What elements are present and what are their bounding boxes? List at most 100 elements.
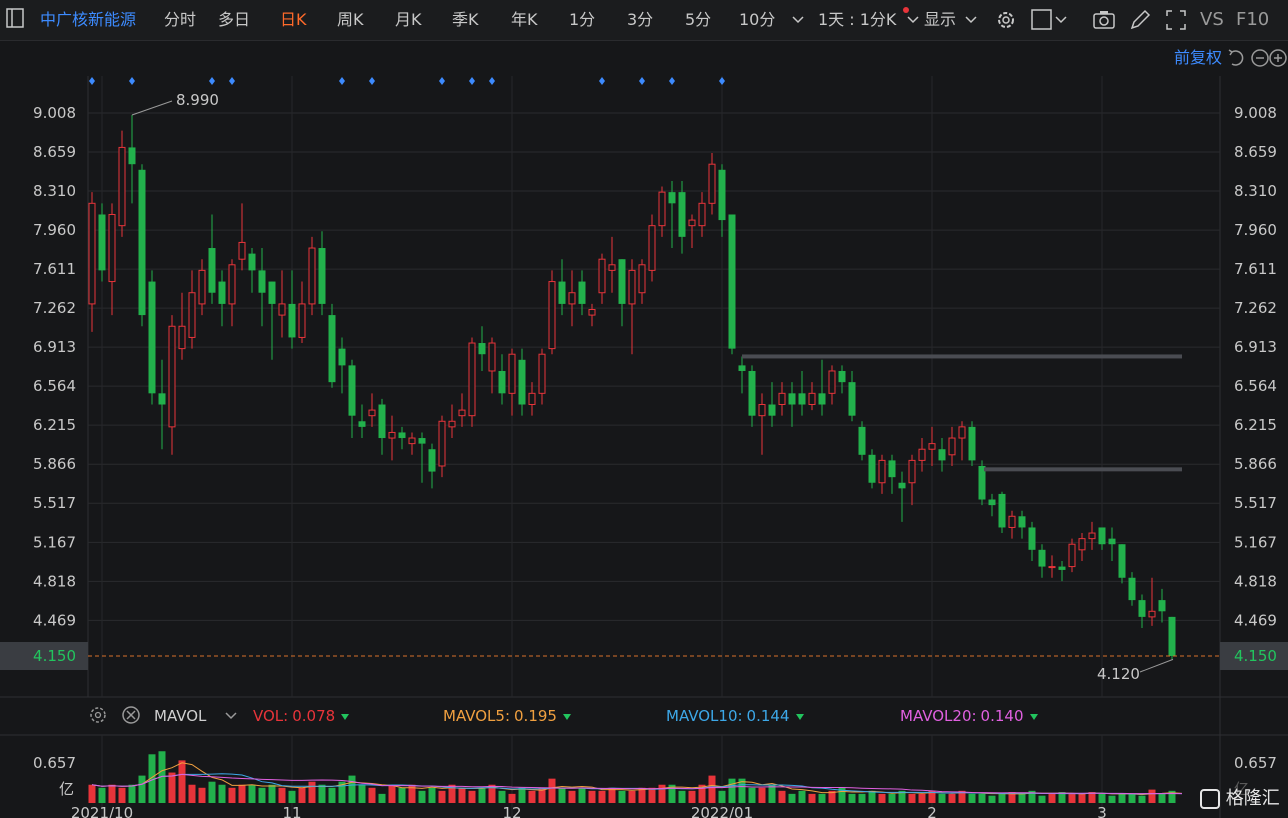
candle-body: [148, 281, 156, 394]
candle-body: [918, 448, 926, 461]
indicator-settings-icon[interactable]: [88, 705, 108, 725]
volume-bar: [548, 778, 556, 803]
candle-body: [518, 359, 526, 405]
volume-bar: [798, 790, 806, 803]
candle: [328, 303, 336, 388]
mavol5-label: MAVOL5:: [443, 707, 511, 725]
candle-body: [858, 426, 866, 455]
candle-body: [598, 258, 606, 294]
candle-body: [1038, 549, 1046, 567]
candle-body: [488, 342, 496, 372]
price-tick-label-right: 5.866: [1234, 455, 1277, 473]
volume-bar: [1048, 793, 1056, 803]
price-tick-label-right: 8.310: [1234, 182, 1277, 200]
candle: [1018, 510, 1026, 539]
high-annotation-label: 8.990: [176, 91, 219, 109]
date-tick-label: 2021/10: [71, 804, 133, 818]
candle-body: [118, 146, 126, 227]
candle-body: [998, 493, 1006, 528]
candle: [1078, 533, 1086, 561]
candlestick-chart[interactable]: 9.008 8.659 8.310 7.960 7.611 7.262 6.913 6.564…: [0, 0, 1288, 818]
candle: [628, 259, 636, 355]
candle: [1008, 510, 1016, 539]
event-marker-icon: [209, 77, 215, 85]
volume-bar: [518, 787, 526, 803]
volume-bar: [598, 790, 606, 803]
candle: [728, 214, 736, 355]
candle: [538, 348, 546, 405]
candle: [1128, 572, 1136, 606]
volume-tick-label-left: 0.657: [33, 754, 76, 772]
volume-bar: [398, 787, 406, 803]
candle-body: [1018, 516, 1026, 528]
candle-body: [728, 214, 736, 349]
volume-bar: [628, 790, 636, 803]
event-marker-icon: [489, 77, 495, 85]
candle: [318, 231, 326, 316]
candle: [818, 359, 826, 416]
candle: [858, 421, 866, 461]
volume-bar: [718, 790, 726, 803]
volume-bar: [88, 784, 96, 803]
candle-body: [1118, 544, 1126, 578]
candle: [378, 398, 386, 455]
event-marker-icon: [639, 77, 645, 85]
candles: [88, 115, 1176, 660]
candle-body: [428, 449, 436, 472]
candle-body: [88, 202, 96, 305]
candle-body: [708, 163, 716, 204]
close-icon[interactable]: [121, 705, 141, 725]
volume-bar: [578, 787, 586, 803]
down-triangle-icon: [1029, 713, 1038, 720]
candle-body: [738, 365, 746, 371]
volume-bar: [878, 793, 886, 803]
event-marker-icon: [719, 77, 725, 85]
candle-body: [348, 365, 356, 416]
candle: [998, 491, 1006, 534]
candle-body: [768, 404, 776, 416]
candle: [758, 393, 766, 455]
candle: [98, 203, 106, 282]
candle-body: [928, 443, 936, 450]
candle: [398, 426, 406, 450]
indicator-name[interactable]: MAVOL: [154, 706, 206, 726]
event-marker-icon: [229, 77, 235, 85]
price-tick-label-right: 4.818: [1234, 572, 1277, 590]
volume-bar: [788, 793, 796, 803]
mavol20-value: 0.140: [980, 707, 1024, 725]
volume-bar: [468, 790, 476, 803]
candle: [888, 454, 896, 494]
price-tick-label-right: 8.659: [1234, 143, 1277, 161]
candle-body: [198, 269, 206, 305]
price-tick-label-right: 7.262: [1234, 299, 1277, 317]
volume-bar: [1108, 795, 1116, 803]
candle: [928, 426, 936, 466]
candle-body: [538, 353, 546, 394]
volume-bar: [208, 781, 216, 803]
volume-bar: [868, 790, 876, 803]
candle-body: [848, 382, 856, 416]
volume-bar: [138, 775, 146, 803]
volume-bar: [308, 781, 316, 803]
candle-body: [908, 459, 916, 484]
volume-bar: [908, 793, 916, 803]
low-annotation-leader: [1139, 658, 1174, 673]
volume-bar: [1128, 793, 1136, 803]
candle-body: [298, 303, 306, 338]
candle-body: [448, 420, 456, 428]
candle-body: [568, 292, 576, 305]
volume-bar: [218, 784, 226, 803]
volume-bar: [228, 787, 236, 803]
candle: [88, 192, 96, 332]
volume-bar: [1078, 793, 1086, 803]
event-marker-icon: [129, 77, 135, 85]
volume-bar: [978, 793, 986, 803]
candle: [988, 493, 996, 517]
event-marker-icon: [439, 77, 445, 85]
price-tick-label-left: 5.866: [33, 455, 76, 473]
volume-bar: [758, 787, 766, 803]
candle-body: [1048, 566, 1056, 569]
candle-body: [98, 214, 106, 271]
candle: [748, 365, 756, 427]
indicator-chevron-icon[interactable]: [224, 708, 238, 722]
